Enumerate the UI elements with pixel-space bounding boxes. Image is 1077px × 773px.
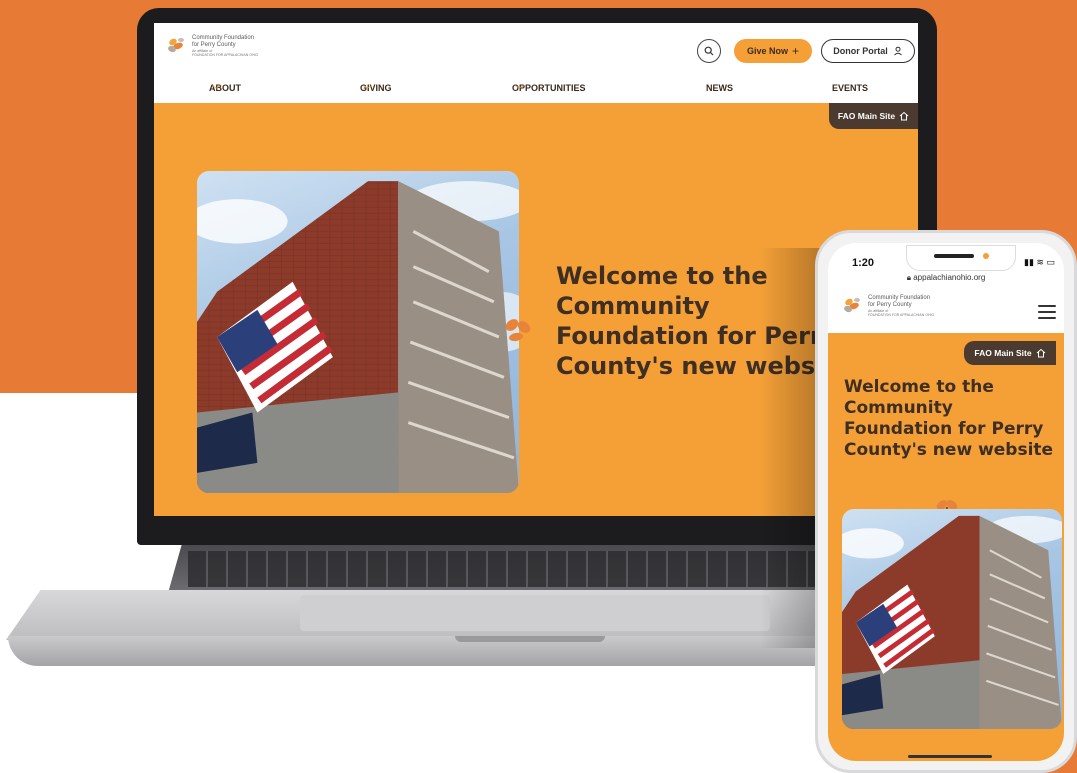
logo-text: Community Foundation for Perry County An…: [868, 295, 934, 317]
logo-line-4: FOUNDATION FOR APPALACHIAN OHIO: [192, 53, 259, 57]
nav-label: NEWS: [706, 83, 733, 93]
site-logo[interactable]: Community Foundation for Perry County An…: [166, 35, 258, 57]
signal-wifi-battery-icon: ▮▮ ≋ ▭: [1024, 257, 1055, 267]
search-icon: [704, 46, 714, 56]
laptop-keyboard: [168, 545, 848, 593]
plus-icon: +: [792, 44, 800, 58]
hamburger-menu-icon[interactable]: [1038, 305, 1056, 319]
main-nav: ABOUT ﹀ GIVING ﹀ OPPORTUNITIES ﹀ NEWS EVENT…: [154, 83, 918, 99]
fao-label: FAO Main Site: [837, 111, 896, 121]
logo-line-1: Community Foundation: [192, 35, 255, 41]
phone-site-header: Community Foundation for Perry County An…: [828, 287, 1064, 333]
status-time: 1:20: [852, 257, 875, 269]
search-button[interactable]: [697, 39, 721, 63]
phone-site-logo[interactable]: Community Foundation for Perry County An…: [842, 295, 934, 317]
chevron-down-icon: ﹀: [363, 85, 373, 95]
address-bar[interactable]: 🔒︎ appalachianohio.org: [828, 273, 1064, 283]
building-flag-image: [197, 171, 519, 493]
phone-shadow: [760, 248, 820, 648]
phone-hero: FAO Main Site Welcome to the Community F…: [828, 333, 1064, 761]
phone-hero-photo: [842, 509, 1062, 729]
phone-frame: 1:20 ▮▮ ≋ ▭ 🔒︎ appalachianohio.org Commu…: [815, 230, 1077, 773]
hero-photo: [197, 171, 519, 493]
home-indicator[interactable]: [908, 755, 992, 758]
leaf-logo-icon: [166, 35, 188, 57]
home-icon: [899, 111, 909, 121]
logo-line-2: for Perry County: [868, 302, 912, 308]
fao-main-site-button[interactable]: FAO Main Site: [829, 103, 918, 129]
nav-label: EVENTS: [832, 83, 869, 93]
laptop-front-edge: [8, 636, 866, 666]
give-now-button[interactable]: Give Now +: [734, 39, 812, 63]
building-flag-image: [842, 509, 1062, 729]
url-text: appalachianohio.org: [913, 273, 986, 282]
logo-text: Community Foundation for Perry County An…: [192, 35, 258, 57]
fao-main-site-button[interactable]: FAO Main Site: [964, 341, 1056, 365]
site-header: Community Foundation for Perry County An…: [154, 23, 918, 103]
logo-line-4: FOUNDATION FOR APPALACHIAN OHIO: [868, 313, 935, 317]
logo-line-2: for Perry County: [192, 42, 236, 48]
donor-portal-label: Donor Portal: [833, 46, 888, 56]
logo-line-1: Community Foundation: [868, 295, 931, 301]
fao-label: FAO Main Site: [974, 348, 1032, 358]
phone-screen: 1:20 ▮▮ ≋ ▭ 🔒︎ appalachianohio.org Commu…: [828, 243, 1064, 761]
laptop-notch: [455, 636, 605, 642]
phone-hero-heading: Welcome to the Community Foundation for …: [844, 377, 1054, 460]
lock-icon: 🔒︎: [906, 273, 911, 282]
leaf-icon: [505, 319, 531, 342]
user-icon: [893, 46, 902, 56]
home-icon: [1036, 348, 1045, 358]
donor-portal-button[interactable]: Donor Portal: [821, 39, 915, 63]
give-now-label: Give Now: [746, 46, 788, 56]
chevron-down-icon: ﹀: [212, 85, 222, 95]
laptop-trackpad: [300, 595, 770, 631]
chevron-down-icon: ﹀: [515, 85, 525, 95]
mockup-stage: Community Foundation for Perry County An…: [0, 0, 1077, 773]
leaf-logo-icon: [842, 295, 864, 317]
dynamic-island: [906, 245, 1016, 271]
